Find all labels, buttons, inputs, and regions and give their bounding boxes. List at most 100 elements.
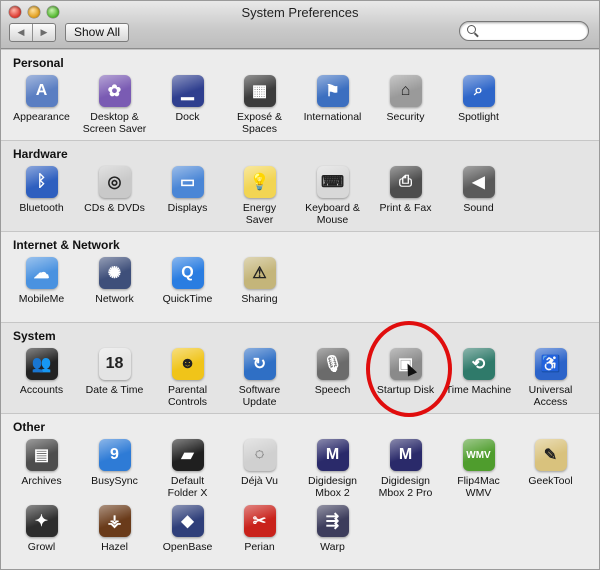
show-all-button[interactable]: Show All xyxy=(65,23,130,42)
system-preferences-window: System Preferences ◀ ▶ Show All Personal… xyxy=(0,0,600,570)
back-button[interactable]: ◀ xyxy=(10,24,32,41)
warp-icon: ⇶ xyxy=(316,505,349,537)
section-other: Other ▤ Archives 9 BusySync ▰ Default Folder X… xyxy=(1,413,599,569)
pane-update[interactable]: ↻ Software Update xyxy=(223,348,296,408)
pane-folder-sharing[interactable]: ⚠ Sharing xyxy=(223,257,296,305)
pane-cube[interactable]: ◆ OpenBase xyxy=(151,505,224,553)
section-hardware: Hardware ᛒ Bluetooth ◎ CDs & DVDs ▭ Displays 💡 E… xyxy=(1,140,599,232)
globe-icon: ✺ xyxy=(98,257,131,289)
dock-icon: ▁ xyxy=(171,75,204,107)
search-input[interactable] xyxy=(459,21,589,41)
pane-label: Startup Disk xyxy=(376,384,435,396)
cloud-icon: ☁ xyxy=(25,257,58,289)
pane-speaker[interactable]: ◀ Sound xyxy=(442,166,515,214)
pane-warp[interactable]: ⇶ Warp xyxy=(296,505,369,553)
pane-label: BusySync xyxy=(91,475,138,487)
pane-label: Date & Time xyxy=(85,384,144,396)
pane-cloud[interactable]: ☁ MobileMe xyxy=(5,257,78,305)
pane-calendar[interactable]: 9 BusySync xyxy=(78,439,151,487)
pane-archives[interactable]: ▤ Archives xyxy=(5,439,78,487)
pane-label: GeekTool xyxy=(528,475,573,487)
pane-label: Software Update xyxy=(238,384,281,408)
pane-accounts[interactable]: 👥 Accounts xyxy=(5,348,78,396)
archives-icon: ▤ xyxy=(25,439,58,471)
section-title: Hardware xyxy=(13,147,68,161)
pane-mbox[interactable]: M Digidesign Mbox 2 xyxy=(296,439,369,499)
house-lock-icon: ⌂ xyxy=(389,75,422,107)
pane-label: Keyboard & Mouse xyxy=(305,202,360,226)
triangle-right-icon: ▶ xyxy=(40,27,48,37)
pane-globe[interactable]: ✺ Network xyxy=(78,257,151,305)
pane-dejavu[interactable]: ◌ Déjà Vu xyxy=(223,439,296,487)
pane-wmv[interactable]: WMV Flip4Mac WMV xyxy=(442,439,515,499)
pane-appearance[interactable]: A Appearance xyxy=(5,75,78,123)
desktop-icon: ✿ xyxy=(98,75,131,107)
display-icon: ▭ xyxy=(171,166,204,198)
pane-label: OpenBase xyxy=(162,541,213,553)
pane-parental[interactable]: ☻ Parental Controls xyxy=(151,348,224,408)
pane-label: Displays xyxy=(167,202,208,214)
pane-quicktime[interactable]: Q QuickTime xyxy=(151,257,224,305)
pane-label: Flip4Mac WMV xyxy=(457,475,500,499)
pane-label: Perian xyxy=(244,541,275,553)
pane-label: Warp xyxy=(320,541,345,553)
window-title: System Preferences xyxy=(241,5,359,20)
calendar-icon: 9 xyxy=(98,439,131,471)
pane-geektool[interactable]: ✎ GeekTool xyxy=(514,439,587,487)
pane-accessibility[interactable]: ♿ Universal Access xyxy=(514,348,587,408)
pane-bluetooth[interactable]: ᛒ Bluetooth xyxy=(5,166,78,214)
pane-microphone[interactable]: 🎙 Speech xyxy=(296,348,369,396)
section-internet-network: Internet & Network ☁ MobileMe ✺ Network Q Quic… xyxy=(1,231,599,323)
search-icon xyxy=(467,25,476,34)
pane-label: Dock xyxy=(175,111,200,123)
knife-icon: ✂ xyxy=(243,505,276,537)
pane-house-lock[interactable]: ⌂ Security xyxy=(369,75,442,123)
pane-label: Archives xyxy=(21,475,62,487)
mbox-icon: M xyxy=(316,439,349,471)
clock-calendar-icon: 18 xyxy=(98,348,131,380)
pane-label: Network xyxy=(95,293,134,305)
pane-mbox-pro[interactable]: M Digidesign Mbox 2 Pro xyxy=(369,439,442,499)
bluetooth-icon: ᛒ xyxy=(25,166,58,198)
forward-button[interactable]: ▶ xyxy=(32,24,55,41)
pane-broom[interactable]: ⚶ Hazel xyxy=(78,505,151,553)
pane-label: Exposé & Spaces xyxy=(237,111,282,135)
lightbulb-icon: 💡 xyxy=(243,166,276,198)
pane-time-machine[interactable]: ⟲ Time Machine xyxy=(442,348,515,396)
pane-folder-x[interactable]: ▰ Default Folder X xyxy=(151,439,224,499)
section-title: Other xyxy=(13,420,46,434)
pane-desktop[interactable]: ✿ Desktop & Screen Saver xyxy=(78,75,151,135)
folder-sharing-icon: ⚠ xyxy=(243,257,276,289)
pane-label: Parental Controls xyxy=(167,384,208,408)
pane-dock[interactable]: ▁ Dock xyxy=(151,75,224,123)
pane-magnifier[interactable]: ⌕ Spotlight xyxy=(442,75,515,123)
pane-growl[interactable]: ✦ Growl xyxy=(5,505,78,553)
pane-disc[interactable]: ◎ CDs & DVDs xyxy=(78,166,151,214)
pane-label: Bluetooth xyxy=(19,202,64,214)
pane-label: Sound xyxy=(463,202,494,214)
pane-clock-calendar[interactable]: 18 Date & Time xyxy=(78,348,151,396)
appearance-icon: A xyxy=(25,75,58,107)
pane-expose[interactable]: ▦ Exposé & Spaces xyxy=(223,75,296,135)
pane-label: Energy Saver xyxy=(242,202,277,226)
pane-flag[interactable]: ⚑ International xyxy=(296,75,369,123)
wmv-icon: WMV xyxy=(462,439,495,471)
pane-label: Universal Access xyxy=(528,384,573,408)
pane-printer[interactable]: ⎙ Print & Fax xyxy=(369,166,442,214)
pane-knife[interactable]: ✂ Perian xyxy=(223,505,296,553)
quicktime-icon: Q xyxy=(171,257,204,289)
folder-x-icon: ▰ xyxy=(171,439,204,471)
pane-lightbulb[interactable]: 💡 Energy Saver xyxy=(223,166,296,226)
section-personal: Personal A Appearance ✿ Desktop & Screen Sav… xyxy=(1,49,599,141)
section-title: System xyxy=(13,329,56,343)
pane-label: Print & Fax xyxy=(379,202,432,214)
pane-label: Spotlight xyxy=(458,111,499,123)
section-title: Personal xyxy=(13,56,64,70)
pane-label: CDs & DVDs xyxy=(84,202,145,214)
pane-label: Déjà Vu xyxy=(241,475,278,487)
time-machine-icon: ⟲ xyxy=(462,348,495,380)
pane-keyboard[interactable]: ⌨ Keyboard & Mouse xyxy=(296,166,369,226)
triangle-left-icon: ◀ xyxy=(17,27,25,37)
section-title: Internet & Network xyxy=(13,238,120,252)
pane-display[interactable]: ▭ Displays xyxy=(151,166,224,214)
